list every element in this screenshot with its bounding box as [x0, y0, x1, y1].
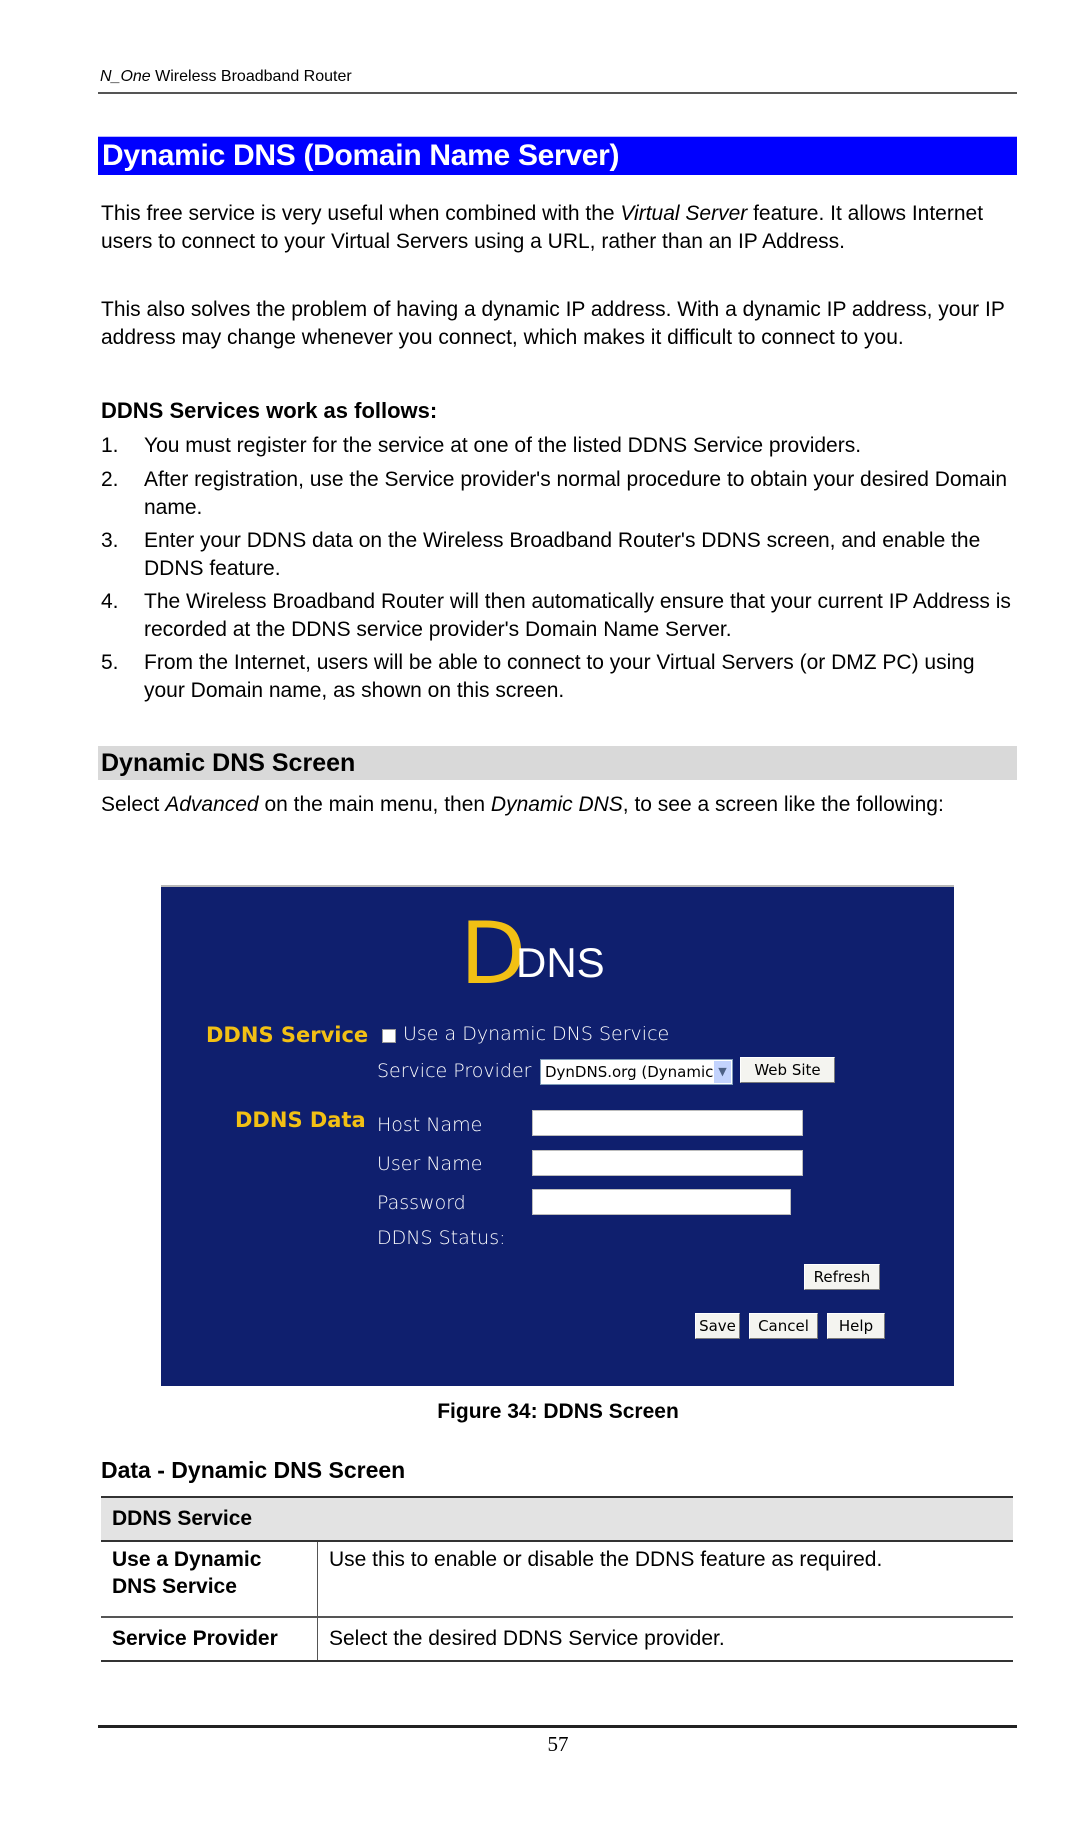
ddns-data-label: DDNS Data — [235, 1108, 366, 1132]
use-ddns-label: Use a Dynamic DNS Service — [403, 1023, 670, 1045]
host-name-input[interactable] — [532, 1110, 803, 1136]
screen-instructions: Select Advanced on the main menu, then D… — [101, 791, 1013, 819]
list-text: Enter your DDNS data on the Wireless Bro… — [144, 529, 981, 580]
list-text: The Wireless Broadband Router will then … — [144, 590, 1011, 641]
page-number: 57 — [547, 1732, 569, 1756]
ddns-logo-dns: DNS — [516, 939, 605, 986]
table-section-header: DDNS Service — [101, 1496, 1013, 1542]
product-suffix: Wireless Broadband Router — [150, 68, 352, 85]
ddns-service-label: DDNS Service — [206, 1023, 369, 1047]
page-title-bar: Dynamic DNS (Domain Name Server) — [98, 136, 1017, 175]
list-number: 1. — [101, 434, 119, 457]
field-description: Select the desired DDNS Service provider… — [317, 1617, 1013, 1662]
intro-paragraph-1: This free service is very useful when co… — [101, 200, 1013, 255]
field-description: Use this to enable or disable the DDNS f… — [317, 1541, 1013, 1618]
list-number: 3. — [101, 529, 119, 552]
table-section-row: DDNS Service — [101, 1496, 1013, 1542]
web-site-button[interactable]: Web Site — [740, 1057, 835, 1083]
list-text: From the Internet, users will be able to… — [144, 651, 975, 702]
table-row: Use a Dynamic DNS Service Use this to en… — [101, 1541, 1013, 1618]
running-header: N_One Wireless Broadband Router — [100, 68, 352, 86]
header-rule — [98, 92, 1017, 94]
table-row: Service Provider Select the desired DDNS… — [101, 1617, 1013, 1662]
ddns-status-label: DDNS Status: — [377, 1227, 506, 1249]
field-name: Use a Dynamic DNS Service — [101, 1541, 318, 1618]
service-provider-select[interactable]: DynDNS.org (Dynamic) ▼ — [540, 1059, 733, 1085]
menu-term: Advanced — [165, 793, 259, 816]
list-text: After registration, use the Service prov… — [144, 468, 1008, 519]
service-provider-value: DynDNS.org (Dynamic) — [545, 1063, 720, 1081]
data-table-heading: Data - Dynamic DNS Screen — [101, 1457, 406, 1483]
user-name-label: User Name — [377, 1153, 483, 1175]
page-title: Dynamic DNS (Domain Name Server) — [102, 139, 620, 172]
footer-rule — [98, 1725, 1017, 1728]
italic-term: Virtual Server — [620, 202, 748, 225]
text: Select — [101, 793, 166, 816]
refresh-button[interactable]: Refresh — [804, 1264, 880, 1290]
intro-paragraph-2: This also solves the problem of having a… — [101, 298, 1005, 349]
user-name-input[interactable] — [532, 1150, 803, 1176]
field-name: Service Provider — [101, 1617, 318, 1662]
help-button[interactable]: Help — [827, 1313, 885, 1339]
password-input[interactable] — [532, 1189, 791, 1215]
menu-term: Dynamic DNS — [490, 793, 623, 816]
chevron-down-icon[interactable]: ▼ — [714, 1061, 731, 1083]
section-bar: Dynamic DNS Screen — [98, 746, 1017, 780]
list-number: 4. — [101, 590, 119, 613]
text: on the main menu, then — [258, 793, 491, 816]
text: , to see a screen like the following: — [622, 793, 944, 816]
list-number: 2. — [101, 468, 119, 491]
save-button[interactable]: Save — [695, 1313, 740, 1339]
password-label: Password — [377, 1192, 466, 1214]
list-text: You must register for the service at one… — [144, 434, 862, 457]
list-number: 5. — [101, 651, 119, 674]
host-name-label: Host Name — [377, 1114, 483, 1136]
data-table: DDNS Service Use a Dynamic DNS Service U… — [101, 1496, 1013, 1662]
cancel-button[interactable]: Cancel — [749, 1313, 818, 1339]
text: This free service is very useful when co… — [101, 202, 621, 225]
use-ddns-checkbox[interactable] — [382, 1029, 396, 1043]
ddns-screen-figure: D DNS DDNS Service Use a Dynamic DNS Ser… — [161, 885, 954, 1386]
figure-caption: Figure 34: DDNS Screen — [437, 1400, 679, 1423]
service-provider-label: Service Provider — [377, 1060, 532, 1082]
section-heading: Dynamic DNS Screen — [101, 749, 356, 777]
ddns-services-heading: DDNS Services work as follows: — [101, 398, 438, 423]
product-name: N_One — [100, 68, 151, 85]
